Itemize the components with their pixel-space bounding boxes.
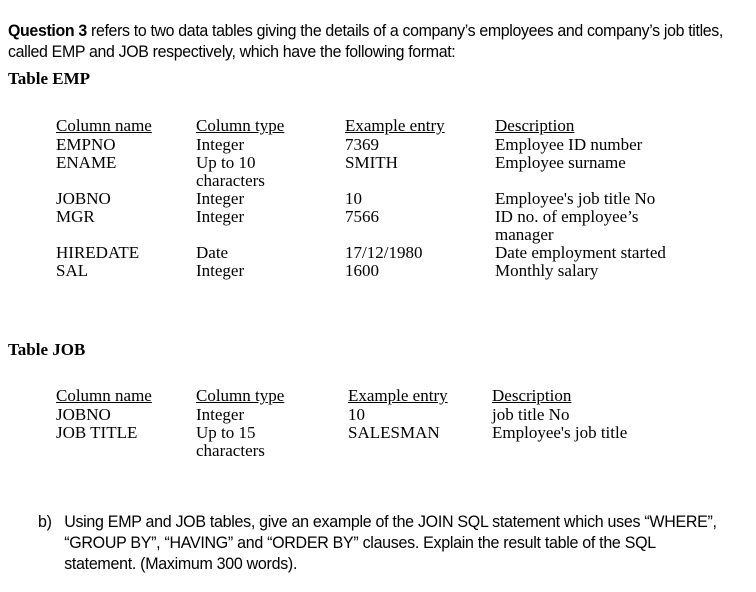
table-emp-header-row: Column name Column type Example entry De… bbox=[56, 117, 745, 136]
table-row: HIREDATE Date 17/12/1980 Date employment… bbox=[56, 244, 745, 262]
cell-column-type: Up to 10 characters bbox=[196, 153, 265, 190]
intro-body-text: refers to two data tables giving the det… bbox=[8, 21, 728, 61]
cell-example-entry: 1600 bbox=[345, 261, 379, 280]
cell-column-name: HIREDATE bbox=[56, 243, 140, 262]
table-row: ENAME Up to 10 characters SMITH Employee… bbox=[56, 154, 745, 190]
cell-example-entry: 7566 bbox=[345, 207, 379, 226]
cell-column-type: Up to 15 characters bbox=[196, 423, 265, 460]
table-row: JOB TITLE Up to 15 characters SALESMAN E… bbox=[56, 424, 742, 460]
question-item-b: b) Using EMP and JOB tables, give an exa… bbox=[38, 512, 729, 575]
cell-description: Employee's job title No bbox=[495, 189, 656, 208]
cell-column-name: JOB TITLE bbox=[56, 423, 138, 442]
cell-description: Monthly salary bbox=[495, 261, 599, 280]
question-marker-b: b) bbox=[38, 513, 52, 531]
cell-description: Employee's job title bbox=[492, 423, 628, 442]
cell-description: Employee ID number bbox=[495, 135, 643, 154]
cell-description: ID no. of employee’s manager bbox=[495, 207, 639, 244]
cell-column-name: JOBNO bbox=[56, 189, 111, 208]
column-header-description: Description bbox=[495, 116, 575, 135]
cell-column-type: Date bbox=[196, 243, 229, 262]
intro-paragraph: Question 3 refers to two data tables giv… bbox=[8, 21, 724, 63]
cell-column-name: EMPNO bbox=[56, 135, 116, 154]
table-row: SAL Integer 1600 Monthly salary bbox=[56, 262, 745, 280]
cell-column-name: ENAME bbox=[56, 153, 117, 172]
question-number-label: Question 3 bbox=[8, 21, 87, 40]
cell-column-type: Integer bbox=[196, 207, 245, 226]
table-job-header-row: Column name Column type Example entry De… bbox=[56, 387, 742, 406]
column-header-description: Description bbox=[492, 386, 572, 405]
column-header-example-entry: Example entry bbox=[345, 116, 445, 135]
column-header-example-entry: Example entry bbox=[348, 386, 448, 405]
column-header-column-name: Column name bbox=[56, 386, 152, 405]
cell-column-name: SAL bbox=[56, 261, 89, 280]
cell-example-entry: 10 bbox=[348, 405, 365, 424]
table-row: JOBNO Integer 10 Employee's job title No bbox=[56, 190, 745, 208]
cell-column-type: Integer bbox=[196, 261, 245, 280]
question-text-b: Using EMP and JOB tables, give an exampl… bbox=[64, 513, 721, 573]
cell-column-name: JOBNO bbox=[56, 405, 111, 424]
column-header-column-type: Column type bbox=[196, 386, 285, 405]
table-job-caption: Table JOB bbox=[8, 340, 86, 359]
cell-example-entry: SMITH bbox=[345, 153, 398, 172]
table-emp-caption: Table EMP bbox=[8, 69, 91, 88]
table-emp: Column name Column type Example entry De… bbox=[56, 117, 745, 280]
cell-example-entry: 7369 bbox=[345, 135, 379, 154]
cell-column-type: Integer bbox=[196, 135, 245, 154]
cell-description: Date employment started bbox=[495, 243, 666, 262]
column-header-column-name: Column name bbox=[56, 116, 152, 135]
cell-example-entry: SALESMAN bbox=[348, 423, 440, 442]
cell-column-name: MGR bbox=[56, 207, 95, 226]
table-row: EMPNO Integer 7369 Employee ID number bbox=[56, 136, 745, 154]
cell-column-type: Integer bbox=[196, 405, 245, 424]
table-job: Column name Column type Example entry De… bbox=[56, 387, 742, 460]
column-header-column-type: Column type bbox=[196, 116, 285, 135]
cell-description: Employee surname bbox=[495, 153, 626, 172]
cell-example-entry: 17/12/1980 bbox=[345, 243, 423, 262]
cell-description: job title No bbox=[492, 405, 570, 424]
table-row: MGR Integer 7566 ID no. of employee’s ma… bbox=[56, 208, 745, 244]
cell-column-type: Integer bbox=[196, 189, 245, 208]
table-row: JOBNO Integer 10 job title No bbox=[56, 406, 742, 424]
cell-example-entry: 10 bbox=[345, 189, 362, 208]
